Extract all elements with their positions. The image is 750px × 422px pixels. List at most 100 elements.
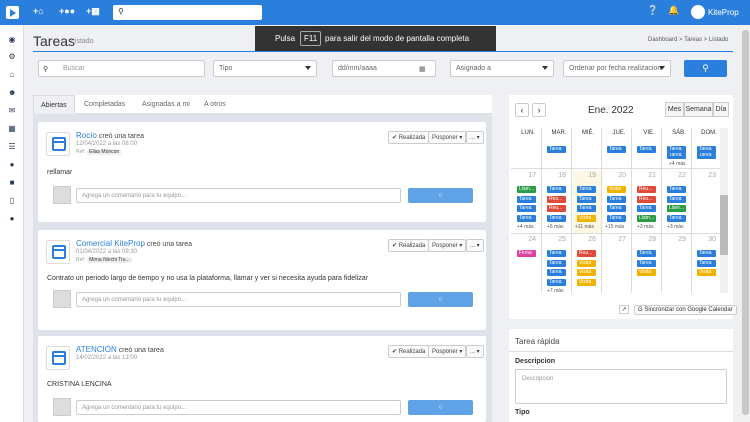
calendar-event[interactable]: Tarea xyxy=(517,214,536,222)
calendar-icon[interactable]: ▦ xyxy=(419,65,426,73)
calendar-event[interactable]: Tarea xyxy=(607,146,626,153)
search-input[interactable]: ⚲ Buscar xyxy=(38,60,205,77)
calendar-icon[interactable]: ▦ xyxy=(8,125,16,133)
add-task-button[interactable]: +▦ xyxy=(86,6,100,17)
gear-icon[interactable]: ⚙ xyxy=(8,53,16,61)
add-contact-button[interactable]: +●● xyxy=(59,6,75,16)
calendar-event[interactable]: Tarea xyxy=(577,186,596,193)
avatar[interactable] xyxy=(691,5,705,19)
more-link[interactable]: +3 más xyxy=(637,224,654,230)
day-number[interactable]: 29 xyxy=(658,236,686,243)
person-icon[interactable]: ● xyxy=(8,215,16,223)
day-number[interactable]: 18 xyxy=(538,172,566,179)
day-number[interactable]: 30 xyxy=(688,236,716,243)
help-icon[interactable]: ❔ xyxy=(647,5,658,16)
next-month-button[interactable]: › xyxy=(532,103,546,117)
view-month-button[interactable]: Mes xyxy=(665,102,684,117)
calendar-event[interactable]: Tarea xyxy=(607,205,626,212)
calendar-event[interactable]: Reu... xyxy=(547,195,566,203)
day-number[interactable]: 20 xyxy=(598,172,626,179)
calendar-event[interactable]: Tarea xyxy=(547,259,566,267)
day-number[interactable]: 26 xyxy=(568,236,596,243)
more-link[interactable]: +4 más xyxy=(517,224,534,230)
mark-done-button[interactable]: ✔ Realizada xyxy=(388,239,430,252)
page-scroll-thumb[interactable] xyxy=(742,30,749,415)
calendar-event[interactable]: Tarea xyxy=(517,195,536,203)
global-search-input[interactable]: ⚲ xyxy=(113,5,262,20)
calendar-event[interactable]: Tarea xyxy=(547,146,566,153)
mail-icon[interactable]: ✉ xyxy=(8,107,16,115)
more-button[interactable]: ... ▾ xyxy=(466,239,484,252)
day-number[interactable]: 28 xyxy=(628,236,656,243)
calendar-event[interactable]: Reu... xyxy=(577,250,596,257)
calendar-event[interactable]: Reu... xyxy=(637,186,656,193)
day-number[interactable]: 25 xyxy=(538,236,566,243)
more-link[interactable]: +4 más xyxy=(669,161,686,167)
more-button[interactable]: ... ▾ xyxy=(466,345,484,358)
day-number[interactable]: 27 xyxy=(598,236,626,243)
calendar-event[interactable]: Tarea xyxy=(577,205,596,212)
day-number[interactable]: 24 xyxy=(508,236,536,243)
more-link[interactable]: +3 más xyxy=(667,224,684,230)
users-icon[interactable]: ☻ xyxy=(8,89,16,97)
prev-month-button[interactable]: ‹ xyxy=(515,103,529,117)
calendar-event[interactable]: Tarea xyxy=(637,250,656,257)
type-select[interactable]: Tipo xyxy=(213,60,317,77)
logo-icon[interactable] xyxy=(6,6,19,19)
day-number[interactable]: 23 xyxy=(688,172,716,179)
search-button[interactable]: ⚲ xyxy=(684,60,727,77)
calendar-event[interactable]: Reu... xyxy=(547,205,566,212)
calendar-event[interactable]: Tarea xyxy=(517,205,536,212)
calendar-event[interactable]: Tarea xyxy=(547,214,566,222)
assigned-select[interactable]: Asignado a xyxy=(450,60,554,77)
calendar-event[interactable]: Visita xyxy=(577,259,596,267)
more-link[interactable]: +5 más xyxy=(547,224,564,230)
comment-input[interactable]: Agrega un comentario para tu equipo... xyxy=(76,292,401,307)
calendar-event[interactable]: Llam... xyxy=(517,186,536,193)
postpone-button[interactable]: Posponer ▾ xyxy=(428,239,467,252)
tab-abiertas[interactable]: Abiertas xyxy=(33,95,75,114)
task-author[interactable]: Comercial KiteProp xyxy=(76,239,145,248)
google-sync-button[interactable]: G Sincronizar con Google Calendar xyxy=(634,305,737,315)
more-link[interactable]: +15 más xyxy=(605,224,624,230)
send-comment-button[interactable]: ○ xyxy=(408,400,473,415)
view-week-button[interactable]: Semana xyxy=(684,102,713,117)
expand-icon[interactable]: ↗ xyxy=(619,305,629,314)
calendar-event[interactable]: Tarea xyxy=(607,195,626,203)
calendar-event[interactable]: Tarea xyxy=(637,205,656,212)
tab-asignadas[interactable]: Asignadas a mi xyxy=(135,95,197,114)
user-name[interactable]: KiteProp xyxy=(708,8,739,17)
more-link[interactable]: +11 más xyxy=(575,224,594,230)
description-input[interactable]: Descripcion xyxy=(515,369,727,404)
comment-input[interactable]: Agrega un comentario para tu equipo... xyxy=(76,188,401,203)
contact-chip[interactable]: Elias Moncon xyxy=(87,149,122,155)
task-author[interactable]: Rocío xyxy=(76,131,97,140)
calendar-event[interactable]: Tarea xyxy=(667,214,686,222)
dashboard-icon[interactable]: ◉ xyxy=(8,36,16,44)
calendar-event[interactable]: Tarea xyxy=(667,186,686,193)
calendar-event[interactable]: Tarea xyxy=(697,259,716,267)
calendar-event[interactable]: Visita xyxy=(607,186,626,193)
calendar-event[interactable]: Tarea xyxy=(697,250,716,257)
order-select[interactable]: Ordenar por fecha realizacion xyxy=(563,60,671,77)
calendar-event[interactable]: Tarea xyxy=(577,195,596,203)
calendar-event[interactable]: Tarea xyxy=(547,250,566,257)
calendar-event[interactable]: Tarea xyxy=(667,146,686,153)
calendar-event[interactable]: Visita xyxy=(577,278,596,286)
calendar-scroll-thumb[interactable] xyxy=(720,195,728,255)
mark-done-button[interactable]: ✔ Realizada xyxy=(388,131,430,144)
calendar-event[interactable]: Tarea xyxy=(637,259,656,267)
calendar-event[interactable]: Llam... xyxy=(637,214,656,222)
house-icon[interactable]: ⌂ xyxy=(8,71,16,79)
tab-a-otros[interactable]: A otros xyxy=(197,95,233,114)
task-author[interactable]: ATENCIÓN xyxy=(76,345,117,354)
calendar-event[interactable]: Tarea xyxy=(547,269,566,276)
calendar-event[interactable]: Reu... xyxy=(637,195,656,203)
cart-icon[interactable]: ■ xyxy=(8,179,16,187)
day-number[interactable]: 21 xyxy=(628,172,656,179)
tab-completadas[interactable]: Completadas xyxy=(77,95,132,114)
more-link[interactable]: +7 más xyxy=(547,288,564,294)
postpone-button[interactable]: Posponer ▾ xyxy=(428,345,467,358)
more-button[interactable]: ... ▾ xyxy=(466,131,484,144)
calendar-event[interactable]: Tarea xyxy=(607,214,626,222)
